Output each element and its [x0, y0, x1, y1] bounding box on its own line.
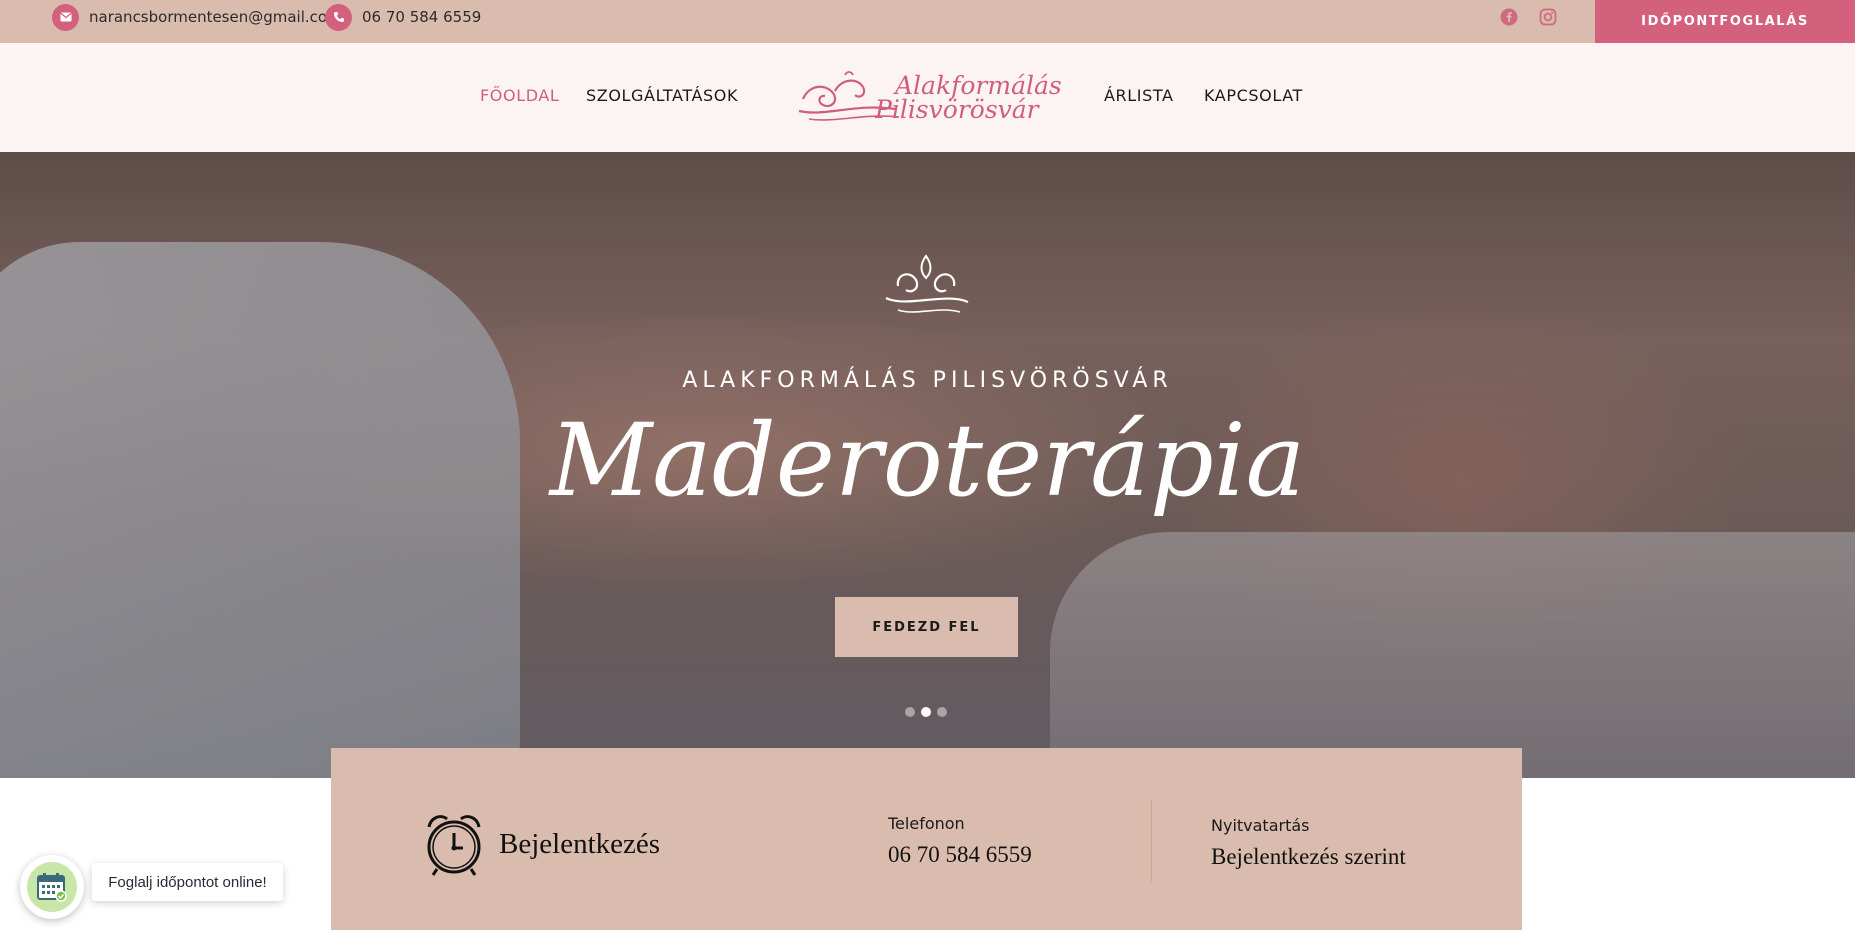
- instagram-icon[interactable]: [1538, 7, 1558, 27]
- hours-label: Nyitvatartás: [1211, 816, 1310, 835]
- facebook-icon[interactable]: [1499, 7, 1519, 27]
- phone-icon: [325, 3, 352, 31]
- hours-value: Bejelentkezés szerint: [1211, 844, 1406, 869]
- nav-item-prices[interactable]: ÁRLISTA: [1104, 86, 1174, 105]
- slider-dot-active[interactable]: [921, 707, 931, 717]
- divider: [1151, 800, 1152, 882]
- phone-number[interactable]: 06 70 584 6559: [888, 842, 1032, 868]
- discover-button[interactable]: FEDEZD FEL: [835, 597, 1018, 657]
- lotus-ornament-icon: [885, 254, 969, 313]
- nav-item-home[interactable]: FŐOLDAL: [480, 86, 559, 105]
- slider-dots: [905, 707, 947, 717]
- login-label: Bejelentkezés: [499, 828, 661, 860]
- email-contact[interactable]: narancsbormentesen@gmail.com: [52, 0, 342, 34]
- nav-item-services[interactable]: SZOLGÁLTATÁSOK: [586, 86, 738, 105]
- phone-contact[interactable]: 06 70 584 6559: [325, 0, 481, 34]
- hero-slider: ALAKFORMÁLÁS PILISVÖRÖSVÁR Maderoterápia…: [0, 152, 1855, 778]
- booking-button[interactable]: IDŐPONTFOGLALÁS: [1595, 0, 1855, 43]
- info-box: Bejelentkezés Telefonon 06 70 584 6559 N…: [331, 748, 1522, 930]
- email-text[interactable]: narancsbormentesen@gmail.com: [89, 8, 342, 26]
- hero-title: Maderoterápia: [549, 402, 1306, 519]
- booking-widget-label[interactable]: Foglalj időpontot online!: [92, 863, 283, 901]
- phone-text[interactable]: 06 70 584 6559: [362, 8, 481, 26]
- slider-dot[interactable]: [905, 707, 915, 717]
- booking-widget-button[interactable]: [20, 855, 84, 919]
- logo-line-2: Pilisvörösvár: [875, 95, 1039, 124]
- site-logo[interactable]: Alakformálás Pilisvörösvár: [795, 65, 1062, 127]
- main-header: FŐOLDAL SZOLGÁLTATÁSOK Alakformálás Pili…: [0, 43, 1855, 152]
- top-bar: narancsbormentesen@gmail.com 06 70 584 6…: [0, 0, 1855, 43]
- phone-label: Telefonon: [888, 814, 965, 833]
- hero-kicker: ALAKFORMÁLÁS PILISVÖRÖSVÁR: [682, 368, 1173, 393]
- slider-dot[interactable]: [937, 707, 947, 717]
- calendar-icon: [37, 873, 67, 902]
- alarm-clock-icon: [427, 815, 481, 876]
- envelope-icon: [52, 3, 79, 31]
- nav-item-contact[interactable]: KAPCSOLAT: [1204, 86, 1303, 105]
